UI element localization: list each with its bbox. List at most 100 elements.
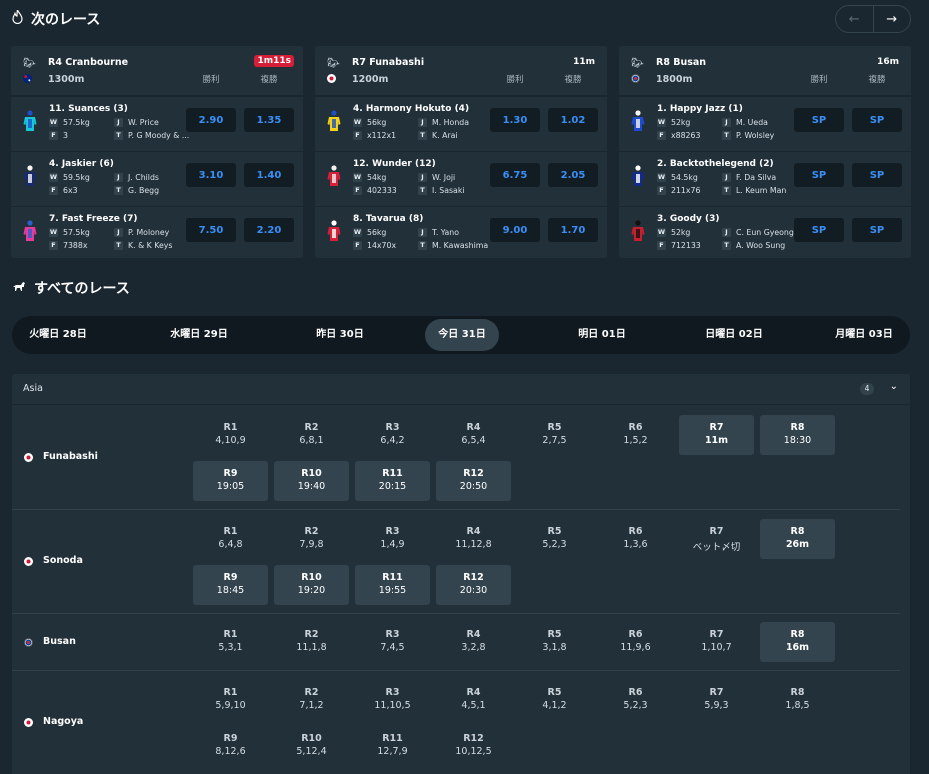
race-cell[interactable]: R4 11,12,8 [436, 519, 511, 559]
race-cell[interactable]: R2 7,1,2 [274, 680, 349, 720]
race-cell[interactable]: R2 6,8,1 [274, 415, 349, 455]
runner-name: 8. Tavarua (8) [353, 214, 424, 224]
win-odds-button[interactable]: 2.90 [186, 108, 236, 132]
race-cell[interactable]: R4 6,5,4 [436, 415, 511, 455]
race-cell[interactable]: R6 1,5,2 [598, 415, 673, 455]
place-odds-button[interactable]: SP [852, 108, 902, 132]
date-tab[interactable]: 水曜日 29日 [153, 316, 245, 354]
chevron-down-icon[interactable]: ⌄ [890, 381, 898, 392]
venue-name: Nagoya [43, 716, 84, 727]
race-number: R6 [628, 687, 643, 698]
race-cell[interactable]: R5 3,1,8 [517, 622, 592, 662]
race-cell[interactable]: R8 16m [760, 621, 835, 662]
win-column-header: 勝利 [810, 75, 828, 85]
next-race-card[interactable]: 🐎︎ R7 Funabashi 1200m 11m 勝利 複勝 4. Harmony Hok… [315, 46, 607, 258]
race-card-header[interactable]: 🐎︎ R8 Busan 1800m 16m 勝利 複勝 [619, 46, 911, 96]
race-cell[interactable]: R7 1,10,7 [679, 622, 754, 662]
race-cell[interactable]: R8 26m [760, 519, 835, 559]
race-cell[interactable]: R1 5,3,1 [193, 622, 268, 662]
date-tab[interactable]: 日曜日 02日 [688, 316, 780, 354]
race-cell[interactable]: R12 10,12,5 [436, 726, 511, 766]
win-odds-button[interactable]: 7.50 [186, 218, 236, 242]
date-tab[interactable]: 昨日 30日 [294, 316, 386, 354]
race-cell[interactable]: R5 4,1,2 [517, 680, 592, 720]
race-number: R2 [304, 628, 319, 640]
win-odds-button[interactable]: 9.00 [490, 218, 540, 242]
race-cell[interactable]: R6 5,2,3 [598, 680, 673, 720]
race-cell[interactable]: R7 ベット〆切 [679, 519, 754, 559]
runner-draw: (2) [759, 159, 774, 169]
race-card-header[interactable]: 🐎︎ R4 Cranbourne 1300m 1m11s 勝利 複勝 [11, 46, 303, 96]
race-cell[interactable]: R3 11,10,5 [355, 680, 430, 720]
race-number: R4 [466, 422, 481, 433]
race-cell[interactable]: R5 5,2,3 [517, 519, 592, 559]
race-cell[interactable]: R1 5,9,10 [193, 680, 268, 720]
race-result: 11,9,6 [620, 641, 651, 653]
runner-name: 2. Backtothelegend (2) [657, 159, 774, 169]
region-header[interactable]: Asia 4 ⌄ [12, 374, 910, 405]
win-odds-button[interactable]: SP [794, 108, 844, 132]
place-odds-button[interactable]: 1.35 [244, 108, 294, 132]
date-tab[interactable]: 月曜日 03日 [818, 316, 910, 354]
arrow-right-icon[interactable]: → [874, 6, 911, 32]
race-cell[interactable]: R4 4,5,1 [436, 680, 511, 720]
race-cell[interactable]: R6 1,3,6 [598, 519, 673, 559]
race-cell[interactable]: R7 11m [679, 415, 754, 455]
race-number: R6 [628, 526, 643, 537]
win-odds-button[interactable]: 6.75 [490, 163, 540, 187]
place-odds-button[interactable]: 2.20 [244, 218, 294, 242]
win-odds-button[interactable]: 1.30 [490, 108, 540, 132]
win-odds-button[interactable]: 3.10 [186, 163, 236, 187]
race-cell[interactable]: R12 20:50 [436, 461, 511, 501]
race-cell[interactable]: R10 5,12,4 [274, 726, 349, 766]
race-cell[interactable]: R12 20:30 [436, 565, 511, 605]
place-odds-button[interactable]: 1.70 [548, 218, 598, 242]
runner-form: F 7388x [49, 241, 87, 250]
date-tab[interactable]: 火曜日 28日 [12, 316, 104, 354]
race-cell[interactable]: R1 6,4,8 [193, 519, 268, 559]
race-cell[interactable]: R1 4,10,9 [193, 415, 268, 455]
race-cell[interactable]: R9 8,12,6 [193, 726, 268, 766]
race-number: R7 [709, 422, 724, 433]
runner-weight: W 56kg [353, 228, 387, 237]
race-cell[interactable]: R8 1,8,5 [760, 680, 835, 720]
race-cell[interactable]: R9 19:05 [193, 461, 268, 501]
race-number: R7 [709, 628, 724, 640]
runner-jockey: J P. Moloney [114, 228, 169, 237]
race-cell[interactable]: R11 19:55 [355, 565, 430, 605]
race-card-header[interactable]: 🐎︎ R7 Funabashi 1200m 11m 勝利 複勝 [315, 46, 607, 96]
place-odds-button[interactable]: 1.40 [244, 163, 294, 187]
arrow-left-icon[interactable]: ← [836, 6, 874, 32]
race-cell[interactable]: R10 19:20 [274, 565, 349, 605]
runner-jockey: J J. Childs [114, 173, 159, 182]
race-cell[interactable]: R2 7,9,8 [274, 519, 349, 559]
race-cell[interactable]: R3 1,4,9 [355, 519, 430, 559]
race-cell[interactable]: R5 2,7,5 [517, 415, 592, 455]
race-cell[interactable]: R10 19:40 [274, 461, 349, 501]
next-race-card[interactable]: 🐎︎ R8 Busan 1800m 16m 勝利 複勝 1. Happy Jazz (1) W… [619, 46, 911, 258]
race-cell[interactable]: R9 18:45 [193, 565, 268, 605]
race-cell[interactable]: R3 7,4,5 [355, 622, 430, 662]
country-flag-icon [631, 74, 640, 83]
race-cell[interactable]: R8 18:30 [760, 415, 835, 455]
race-cell[interactable]: R2 11,1,8 [274, 622, 349, 662]
race-number: R4 [466, 628, 481, 640]
race-cell[interactable]: R7 5,9,3 [679, 680, 754, 720]
place-odds-button[interactable]: SP [852, 218, 902, 242]
date-selector: 火曜日 28日 水曜日 29日 昨日 30日 今日 31日 明日 01日 日曜日 02日月… [12, 316, 910, 354]
win-odds-button[interactable]: SP [794, 218, 844, 242]
runner-name: 7. Fast Freeze (7) [49, 214, 138, 224]
place-odds-button[interactable]: 2.05 [548, 163, 598, 187]
date-tab[interactable]: 明日 01日 [556, 316, 648, 354]
race-cell[interactable]: R3 6,4,2 [355, 415, 430, 455]
race-number: R10 [301, 468, 322, 479]
race-cell[interactable]: R6 11,9,6 [598, 622, 673, 662]
win-odds-button[interactable]: SP [794, 163, 844, 187]
next-race-card[interactable]: 🐎︎ R4 Cranbourne 1300m 1m11s 勝利 複勝 11. Suances… [11, 46, 303, 258]
date-tab[interactable]: 今日 31日 [425, 319, 499, 351]
place-odds-button[interactable]: 1.02 [548, 108, 598, 132]
place-odds-button[interactable]: SP [852, 163, 902, 187]
race-cell[interactable]: R4 3,2,8 [436, 622, 511, 662]
race-cell[interactable]: R11 20:15 [355, 461, 430, 501]
race-cell[interactable]: R11 12,7,9 [355, 726, 430, 766]
